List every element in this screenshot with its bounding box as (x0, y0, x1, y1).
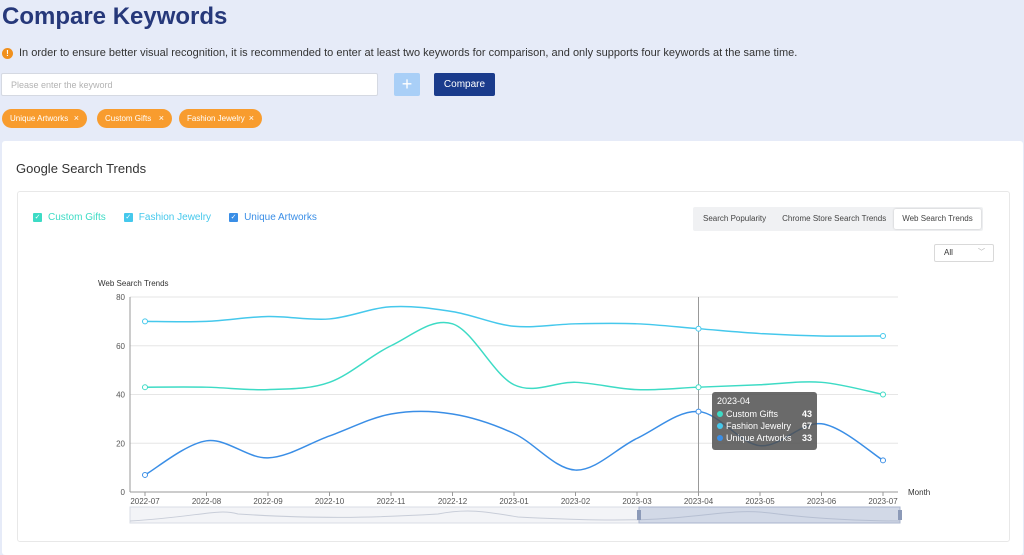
dot-icon (717, 435, 723, 441)
y-axis-title: Web Search Trends (98, 279, 169, 288)
tag-fashion-jewelry[interactable]: Fashion Jewelry × (179, 109, 262, 128)
dot-icon (717, 423, 723, 429)
y-tick-label: 20 (116, 439, 125, 448)
x-tick-label: 2022-12 (438, 497, 468, 506)
y-tick-label: 60 (116, 342, 125, 351)
page-title: Compare Keywords (2, 3, 228, 30)
data-point (880, 333, 886, 339)
series-line (144, 305, 884, 337)
tooltip-series-value: 33 (801, 433, 812, 443)
series-line (144, 321, 884, 396)
data-point (695, 408, 702, 415)
tooltip-row: Custom Gifts 43 (717, 408, 812, 420)
close-icon[interactable]: × (249, 109, 254, 128)
x-tick-label: 2022-10 (315, 497, 345, 506)
notice-text: In order to ensure better visual recogni… (19, 47, 798, 59)
data-point (880, 391, 886, 398)
x-tick-label: 2023-04 (684, 497, 714, 506)
data-point (880, 457, 886, 464)
x-tick-label: 2023-01 (499, 497, 529, 506)
tooltip-title: 2023-04 (717, 396, 751, 406)
exclamation-icon: ! (2, 47, 13, 59)
tooltip-series-name: Custom Gifts (726, 409, 779, 419)
add-keyword-button[interactable]: + (394, 73, 420, 96)
data-point (142, 318, 148, 325)
tag-label: Custom Gifts (105, 114, 152, 123)
data-point (695, 384, 702, 391)
line-chart[interactable]: 0 20 40 60 80 Web Search Trends Month 2022-07 20… (18, 192, 1011, 543)
zoom-handle-left (637, 510, 641, 520)
tooltip-row: Fashion Jewelry 67 (717, 420, 812, 432)
tooltip-row: Unique Artworks 33 (717, 432, 812, 444)
x-tick-label: 2022-07 (130, 497, 160, 506)
tag-unique-artworks[interactable]: Unique Artworks × (2, 109, 87, 128)
tooltip-series-value: 43 (801, 409, 812, 419)
y-tick-label: 0 (121, 488, 126, 497)
compare-button[interactable]: Compare (434, 73, 495, 96)
dot-icon (717, 411, 723, 417)
x-tick-label: 2023-06 (807, 497, 837, 506)
x-tick-label: 2022-08 (192, 497, 222, 506)
tooltip: 2023-04 Custom Gifts 43 Fashion Jewelry … (712, 392, 817, 450)
tooltip-series-value: 67 (801, 421, 812, 431)
x-tick-label: 2022-09 (253, 497, 283, 506)
tag-label: Fashion Jewelry (187, 114, 245, 123)
zoom-handle-right (898, 510, 902, 520)
tooltip-series-name: Unique Artworks (726, 433, 792, 443)
trends-card: Google Search Trends ✓ Custom Gifts ✓ Fa… (2, 141, 1023, 555)
x-tick-label: 2023-05 (745, 497, 775, 506)
tag-custom-gifts[interactable]: Custom Gifts × (97, 109, 172, 128)
notice: ! In order to ensure better visual recog… (2, 47, 797, 59)
tooltip-series-name: Fashion Jewelry (726, 421, 792, 431)
y-tick-label: 80 (116, 293, 125, 302)
card-title: Google Search Trends (16, 161, 147, 176)
close-icon[interactable]: × (159, 109, 164, 128)
data-point (142, 384, 148, 391)
close-icon[interactable]: × (74, 109, 79, 128)
chart-panel: ✓ Custom Gifts ✓ Fashion Jewelry ✓ Uniqu… (17, 191, 1010, 542)
keyword-input[interactable] (1, 73, 378, 96)
x-tick-label: 2023-02 (561, 497, 591, 506)
x-tick-label: 2023-07 (868, 497, 898, 506)
zoom-slider-window (638, 506, 901, 524)
tag-label: Unique Artworks (10, 114, 69, 123)
x-tick-label: 2023-03 (622, 497, 652, 506)
x-axis-title: Month (908, 488, 930, 497)
x-tick-label: 2022-11 (377, 497, 406, 506)
y-tick-label: 40 (116, 391, 125, 400)
data-point (142, 471, 148, 478)
data-point (695, 325, 702, 332)
